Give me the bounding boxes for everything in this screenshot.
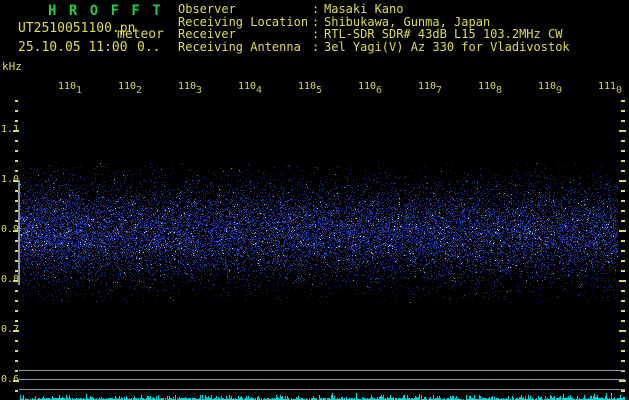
x-tick-label-drop-digit: 4 — [256, 85, 262, 96]
y-axis-tick-left — [15, 150, 18, 152]
y-axis-tick-left — [15, 300, 18, 302]
y-axis-tick-right — [621, 360, 625, 362]
y-axis-tick-right — [621, 140, 625, 142]
x-tick-label-drop-digit: 1 — [76, 85, 82, 96]
y-axis-tick-right — [621, 250, 625, 252]
signal-level-meter — [20, 390, 625, 400]
y-axis-tick-right — [621, 300, 625, 302]
info-separator: : — [312, 28, 324, 41]
y-axis-tick-right — [621, 120, 625, 122]
x-tick-label: 1104 — [238, 81, 262, 92]
x-tick-label: 1102 — [118, 81, 142, 92]
y-axis-tick-right — [621, 150, 625, 152]
x-tick-label-main: 110 — [538, 81, 556, 92]
x-tick-label-main: 110 — [298, 81, 316, 92]
y-axis-tick-left — [15, 390, 18, 392]
info-label: Receiver — [178, 28, 312, 41]
y-axis-tick-left — [13, 330, 19, 332]
y-axis-tick-right — [621, 200, 625, 202]
x-tick-label: 1107 — [418, 81, 442, 92]
hrofft-screen: H R O F F T UT2510051100.pn meteor 25.10… — [0, 0, 629, 400]
x-tick-label-drop-digit: 9 — [556, 85, 562, 96]
x-tick-label: 1103 — [178, 81, 202, 92]
x-tick-label-drop-digit: 8 — [496, 85, 502, 96]
y-axis-tick-right — [621, 160, 625, 162]
app-title: H R O F F T — [48, 3, 163, 19]
y-axis-tick-left — [15, 310, 18, 312]
y-axis-tick-left — [15, 160, 18, 162]
y-axis-tick-left — [15, 350, 18, 352]
y-axis-tick-right — [619, 280, 626, 282]
y-axis-tick-right — [621, 240, 625, 242]
y-axis-tick-right — [621, 290, 625, 292]
y-axis-tick-right — [621, 340, 625, 342]
info-label: Receiving Antenna — [178, 41, 312, 54]
y-axis-tick-right — [619, 380, 626, 382]
x-tick-label-main: 110 — [118, 81, 136, 92]
y-axis-tick-right — [621, 270, 625, 272]
y-axis-tick-right — [621, 320, 625, 322]
x-tick-label-main: 110 — [358, 81, 376, 92]
y-axis-tick-left — [13, 380, 19, 382]
y-axis-tick-right — [621, 350, 625, 352]
info-separator: : — [312, 41, 324, 54]
y-axis-tick-left — [15, 290, 18, 292]
x-tick-label-main: 110 — [178, 81, 196, 92]
y-axis-tick-left — [15, 320, 18, 322]
y-axis-tick-left — [15, 340, 18, 342]
x-tick-label-main: 111 — [598, 81, 616, 92]
reference-line-upper — [19, 370, 625, 371]
x-tick-label-drop-digit: 6 — [376, 85, 382, 96]
counter-label: 0.. — [137, 40, 160, 55]
x-tick-label: 1106 — [358, 81, 382, 92]
x-tick-label-main: 110 — [238, 81, 256, 92]
y-axis-tick-right — [621, 220, 625, 222]
y-axis-tick-right — [619, 130, 626, 132]
info-row: Receiving Antenna:3el Yagi(V) Az 330 for… — [178, 41, 570, 54]
x-tick-label-drop-digit: 5 — [316, 85, 322, 96]
y-axis-tick-left — [13, 130, 19, 132]
y-axis-tick-left — [15, 100, 18, 102]
x-tick-label-drop-digit: 3 — [196, 85, 202, 96]
x-tick-label-drop-digit: 2 — [136, 85, 142, 96]
y-axis-tick-right — [621, 190, 625, 192]
x-tick-label: 1110 — [598, 81, 622, 92]
x-tick-label: 1101 — [58, 81, 82, 92]
info-separator: : — [312, 3, 324, 16]
x-tick-label: 1105 — [298, 81, 322, 92]
info-value: 3el Yagi(V) Az 330 for Vladivostok — [324, 40, 570, 54]
y-axis-tick-right — [621, 170, 625, 172]
y-axis-tick-right — [619, 230, 626, 232]
x-tick-label-main: 110 — [58, 81, 76, 92]
y-axis-tick-left — [15, 140, 18, 142]
y-axis-tick-left — [15, 110, 18, 112]
y-axis-tick-right — [621, 260, 625, 262]
x-tick-label-drop-digit: 7 — [436, 85, 442, 96]
spectrogram-noise — [20, 163, 618, 303]
y-axis-tick-right — [621, 210, 625, 212]
y-axis-tick-left — [15, 120, 18, 122]
y-axis-tick-left — [15, 370, 18, 372]
x-tick-label-drop-digit: 0 — [616, 85, 622, 96]
y-axis-unit-label: kHz — [2, 60, 22, 73]
x-tick-label-main: 110 — [418, 81, 436, 92]
x-tick-label: 1109 — [538, 81, 562, 92]
receiver-info: Observer:Masaki KanoReceiving Location:S… — [178, 3, 570, 53]
datetime-label: 25.10.05 11:00 — [18, 40, 128, 55]
y-axis-tick-right — [621, 110, 625, 112]
y-axis-tick-left — [15, 360, 18, 362]
y-axis-tick-right — [619, 330, 626, 332]
info-label: Observer — [178, 3, 312, 16]
y-axis-tick-left — [15, 170, 18, 172]
y-axis-tick-right — [619, 180, 626, 182]
reference-line-middle — [19, 379, 625, 380]
x-tick-label: 1108 — [478, 81, 502, 92]
x-tick-label-main: 110 — [478, 81, 496, 92]
y-axis-tick-right — [621, 310, 625, 312]
y-axis-tick-right — [621, 100, 625, 102]
